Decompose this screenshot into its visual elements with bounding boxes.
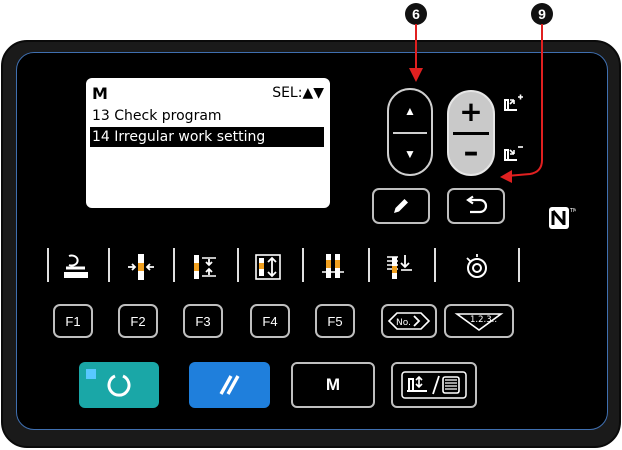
needle-position-icon: [128, 254, 154, 280]
edit-button[interactable]: [372, 188, 430, 224]
separator: [108, 248, 110, 282]
mode-indicator: M: [92, 84, 108, 103]
separator: [173, 248, 175, 282]
f3-button[interactable]: F3: [183, 304, 223, 338]
number-icon: No.: [387, 312, 431, 330]
reset-icon: [219, 375, 239, 395]
reset-button[interactable]: [189, 362, 270, 408]
select-indicator: SEL:▲▼: [272, 85, 324, 101]
ready-indicator-lamp: [86, 369, 96, 379]
presser-lift-icon: [64, 254, 88, 278]
callout-9-badge: 9: [531, 3, 553, 25]
svg-text:1.2.3..: 1.2.3..: [470, 315, 497, 325]
callout-6-badge: 6: [405, 3, 427, 25]
f2-button[interactable]: F2: [118, 304, 158, 338]
presser-winder-icon: [401, 371, 467, 399]
separator: [434, 248, 436, 282]
presser-up-icon: [504, 94, 523, 111]
presser-down-icon: [504, 146, 523, 161]
return-button[interactable]: [447, 188, 505, 224]
separator: [237, 248, 239, 282]
thread-trim-icon: [322, 254, 344, 278]
return-icon: [466, 195, 488, 214]
down-arrow-icon: ▼: [404, 147, 416, 161]
counter-button[interactable]: 1.2.3..: [444, 304, 514, 338]
mode-button[interactable]: M: [291, 362, 375, 408]
value-change-rocker: + –: [447, 90, 495, 176]
nfc-icon: TM: [549, 207, 576, 229]
menu-item-check-program[interactable]: 13 Check program: [92, 106, 324, 126]
counter-icon: 1.2.3..: [454, 313, 504, 331]
separator: [47, 248, 49, 282]
mode-button-label: M: [325, 375, 341, 394]
separator: [518, 248, 520, 282]
svg-text:TM: TM: [569, 208, 576, 214]
pencil-icon: [394, 199, 408, 213]
f5-button[interactable]: F5: [315, 304, 355, 338]
lcd-header: M SEL:▲▼: [92, 84, 324, 104]
bobbin-winder-icon: [466, 254, 487, 278]
presser-winder-button[interactable]: [391, 362, 477, 408]
thread-wiper-icon: [387, 255, 412, 279]
ready-button[interactable]: [79, 362, 159, 408]
item-select-rocker: ▲ ▼: [387, 88, 433, 176]
f1-button[interactable]: F1: [53, 304, 93, 338]
separator: [302, 248, 304, 282]
lcd-display: M SEL:▲▼ 13 Check program 14 Irregular w…: [86, 78, 330, 208]
menu-item-irregular-work-setting[interactable]: 14 Irregular work setting: [90, 127, 324, 147]
ready-icon: [107, 374, 131, 397]
item-down-button[interactable]: ▼: [389, 134, 431, 174]
f4-button[interactable]: F4: [250, 304, 290, 338]
svg-text:No.: No.: [396, 318, 411, 328]
item-up-button[interactable]: ▲: [389, 90, 431, 132]
pattern-icon: [255, 254, 281, 280]
up-arrow-icon: ▲: [404, 104, 416, 118]
pattern-number-button[interactable]: No.: [381, 304, 437, 338]
plus-button[interactable]: +: [449, 92, 493, 132]
minus-button[interactable]: –: [449, 135, 493, 174]
separator: [368, 248, 370, 282]
thread-clamp-icon: [194, 255, 216, 279]
